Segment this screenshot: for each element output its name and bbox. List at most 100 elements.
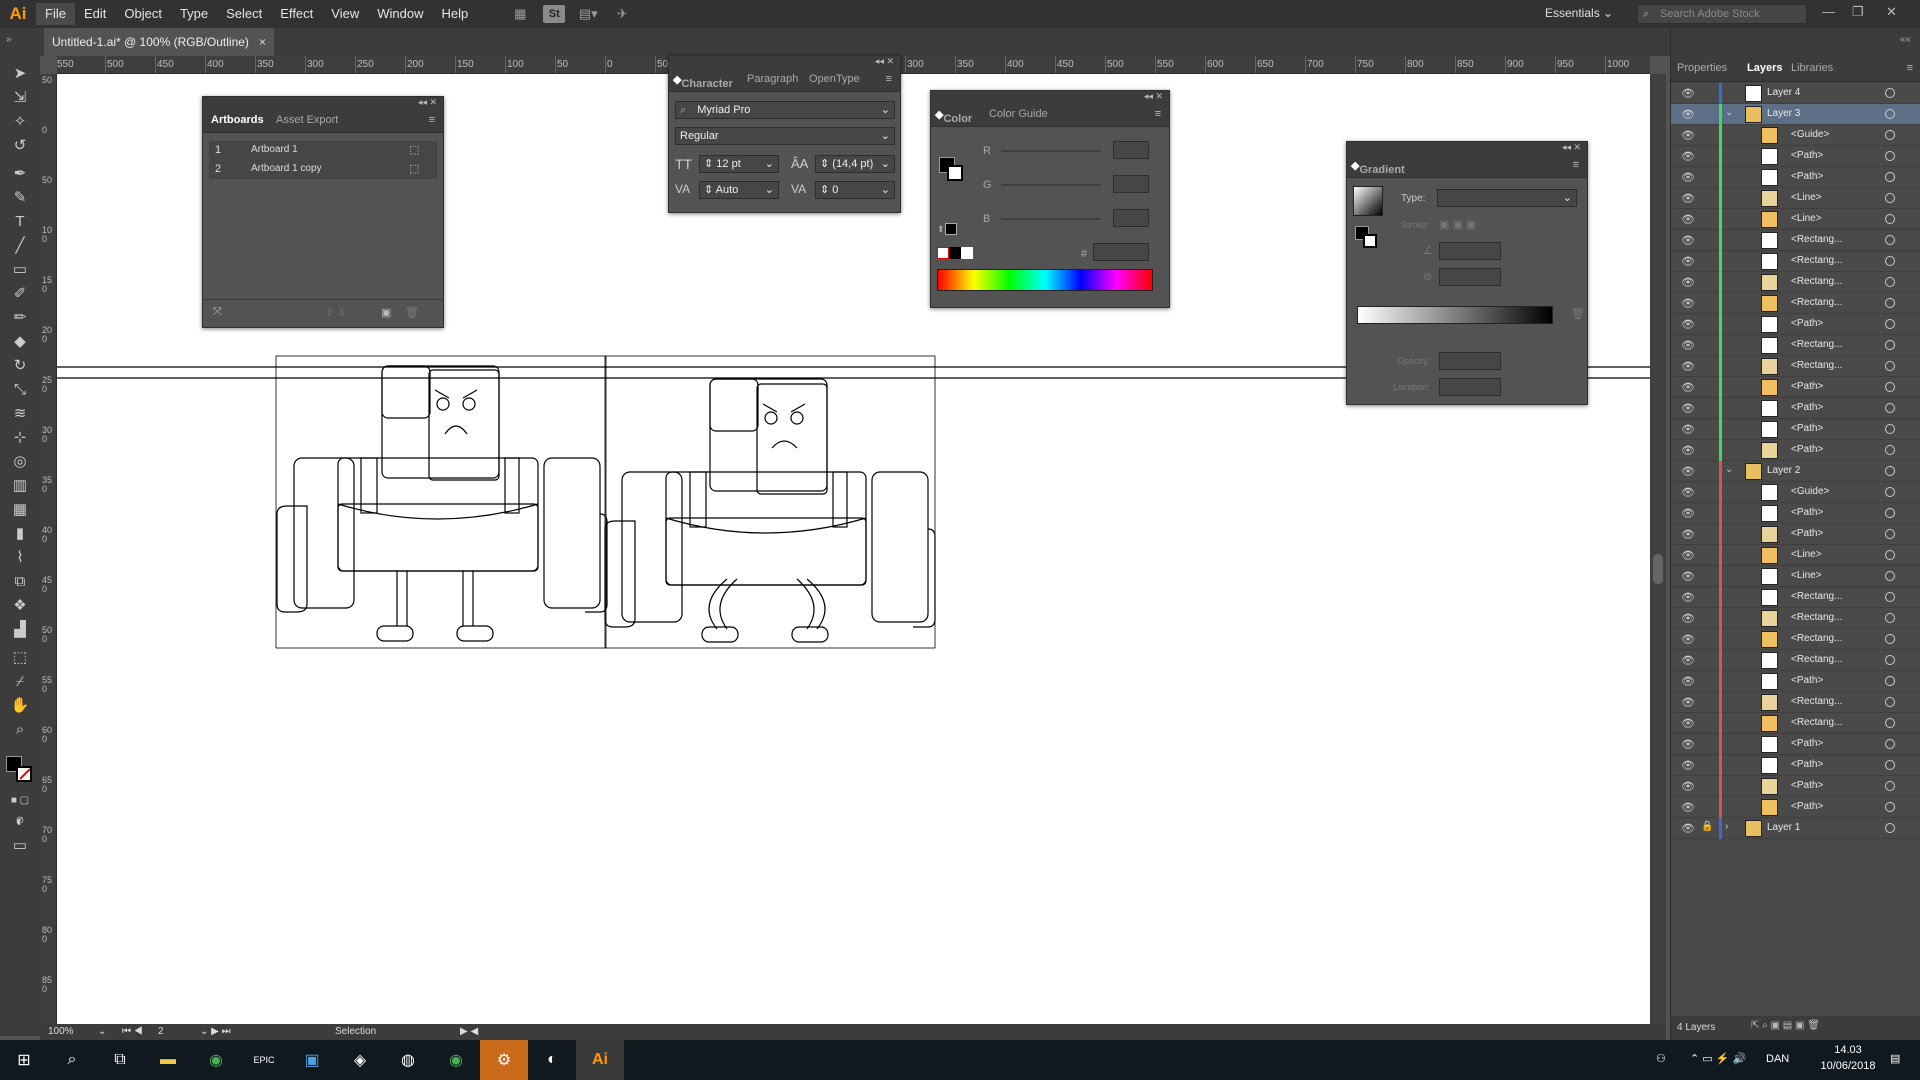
target-circle-icon[interactable] — [1885, 613, 1895, 623]
gpu-performance-icon[interactable]: ✈ — [611, 5, 633, 23]
steam-icon[interactable]: ⚙ — [480, 1040, 528, 1080]
visibility-eye-icon[interactable]: 👁 — [1681, 612, 1695, 625]
sublayer-row[interactable]: 👁 <Path> — [1671, 524, 1920, 545]
lock-icon[interactable]: 🔒 — [1701, 821, 1713, 832]
blend-tool-icon[interactable]: ⧉ — [8, 572, 32, 592]
target-circle-icon[interactable] — [1885, 235, 1895, 245]
tab-opentype[interactable]: OpenType — [809, 73, 860, 85]
tab-layers[interactable]: Layers — [1747, 62, 1782, 74]
visibility-eye-icon[interactable]: 👁 — [1681, 339, 1695, 352]
opacity-field[interactable] — [1439, 352, 1501, 370]
visibility-eye-icon[interactable]: 👁 — [1681, 234, 1695, 247]
panel-menu-icon[interactable]: ≡ — [1155, 108, 1161, 120]
illustrator-taskbar-icon[interactable]: Ai — [576, 1040, 624, 1080]
magic-wand-tool-icon[interactable]: ✧ — [8, 112, 32, 132]
target-circle-icon[interactable] — [1885, 340, 1895, 350]
sublayer-row[interactable]: 👁 <Path> — [1671, 377, 1920, 398]
layer-row[interactable]: 👁 🔒 › Layer 1 — [1671, 818, 1920, 839]
tab-color[interactable]: ◆ Color — [935, 108, 972, 125]
font-family-select[interactable]: ⌕ Myriad Pro ⌄ — [675, 101, 895, 119]
sublayer-row[interactable]: 👁 <Rectang... — [1671, 230, 1920, 251]
document-tab[interactable]: Untitled-1.ai* @ 100% (RGB/Outline) × — [44, 28, 274, 56]
tab-gradient[interactable]: ◆ Gradient — [1351, 159, 1405, 176]
sublayer-row[interactable]: 👁 <Path> — [1671, 398, 1920, 419]
visibility-eye-icon[interactable]: 👁 — [1681, 423, 1695, 436]
visibility-eye-icon[interactable]: 👁 — [1681, 87, 1695, 100]
layer-row[interactable]: 👁 ⌄ Layer 3 — [1671, 104, 1920, 125]
visibility-eye-icon[interactable]: 👁 — [1681, 591, 1695, 604]
target-circle-icon[interactable] — [1885, 487, 1895, 497]
target-circle-icon[interactable] — [1885, 466, 1895, 476]
visibility-eye-icon[interactable]: 👁 — [1681, 549, 1695, 562]
chrome-icon-2[interactable]: ◉ — [432, 1040, 480, 1080]
target-circle-icon[interactable] — [1885, 256, 1895, 266]
artboard-nav-next-icon[interactable]: ⌄ ▶ ⏭ — [200, 1026, 231, 1037]
windows-start-icon[interactable]: ⊞ — [0, 1040, 48, 1080]
rearrange-artboards-icon[interactable]: ⤧ — [213, 306, 222, 319]
slice-tool-icon[interactable]: ⌿ — [8, 672, 32, 692]
target-circle-icon[interactable] — [1885, 193, 1895, 203]
sublayer-row[interactable]: 👁 <Line> — [1671, 545, 1920, 566]
artboard-number[interactable]: 2 — [158, 1026, 164, 1037]
selection-tool-icon[interactable]: ➤ — [8, 64, 32, 84]
visibility-eye-icon[interactable]: 👁 — [1681, 717, 1695, 730]
font-style-select[interactable]: Regular ⌄ — [675, 127, 895, 145]
status-menu-icon[interactable]: ▶ ◀ — [460, 1026, 478, 1037]
artboard-options-icon[interactable]: ⬚ — [409, 162, 419, 175]
visibility-eye-icon[interactable]: 👁 — [1681, 108, 1695, 121]
target-circle-icon[interactable] — [1885, 403, 1895, 413]
rotate-tool-icon[interactable]: ↻ — [8, 356, 32, 376]
new-artboard-icon[interactable]: ▣ — [381, 306, 391, 319]
line-tool-icon[interactable]: ╱ — [8, 236, 32, 256]
visibility-eye-icon[interactable]: 👁 — [1681, 171, 1695, 184]
target-circle-icon[interactable] — [1885, 655, 1895, 665]
tab-libraries[interactable]: Libraries — [1791, 62, 1833, 74]
tab-asset-export[interactable]: Asset Export — [276, 114, 338, 126]
panel-menu-icon[interactable]: ≡ — [1573, 159, 1579, 171]
target-circle-icon[interactable] — [1885, 529, 1895, 539]
visibility-eye-icon[interactable]: 👁 — [1681, 801, 1695, 814]
sublayer-row[interactable]: 👁 <Guide> — [1671, 482, 1920, 503]
target-circle-icon[interactable] — [1885, 88, 1895, 98]
gradient-slider[interactable] — [1357, 306, 1553, 324]
notifications-icon[interactable]: ▤ — [1890, 1052, 1900, 1065]
gradient-type-select[interactable]: ⌄ — [1437, 189, 1577, 207]
gradient-stroke-swatch[interactable] — [1363, 234, 1377, 248]
target-circle-icon[interactable] — [1885, 802, 1895, 812]
panel-collapse-close-icon[interactable]: ◂◂ ✕ — [418, 97, 437, 108]
tab-character[interactable]: ◆ Character — [673, 73, 733, 90]
target-circle-icon[interactable] — [1885, 781, 1895, 791]
sublayer-row[interactable]: 👁 <Path> — [1671, 776, 1920, 797]
visibility-eye-icon[interactable]: 👁 — [1681, 150, 1695, 163]
file-explorer-icon[interactable]: ▬ — [144, 1040, 192, 1080]
target-circle-icon[interactable] — [1885, 592, 1895, 602]
sublayer-row[interactable]: 👁 <Line> — [1671, 566, 1920, 587]
pen-tool-icon[interactable]: ✒ — [8, 164, 32, 184]
target-circle-icon[interactable] — [1885, 382, 1895, 392]
task-view-icon[interactable]: ⧉ — [96, 1040, 144, 1080]
target-circle-icon[interactable] — [1885, 550, 1895, 560]
target-circle-icon[interactable] — [1885, 172, 1895, 182]
collapse-dock-icon[interactable]: «« — [1900, 34, 1911, 45]
menu-view[interactable]: View — [322, 3, 368, 25]
sublayer-row[interactable]: 👁 <Rectang... — [1671, 293, 1920, 314]
zoom-level[interactable]: 100% — [48, 1026, 74, 1037]
artboard-row-2[interactable]: 2 Artboard 1 copy ⬚ — [209, 160, 437, 179]
menu-help[interactable]: Help — [432, 3, 477, 25]
type-tool-icon[interactable]: T — [8, 212, 32, 232]
visibility-eye-icon[interactable]: 👁 — [1681, 444, 1695, 457]
visibility-eye-icon[interactable]: 👁 — [1681, 360, 1695, 373]
menu-edit[interactable]: Edit — [75, 3, 115, 25]
direct-selection-tool-icon[interactable]: ⇲ — [8, 88, 32, 108]
delete-stop-icon[interactable]: 🗑 — [1571, 307, 1585, 320]
visibility-eye-icon[interactable]: 👁 — [1681, 507, 1695, 520]
clock-time[interactable]: 14.03 — [1820, 1044, 1876, 1056]
panel-collapse-close-icon[interactable]: ◂◂ ✕ — [1562, 142, 1581, 153]
sublayer-row[interactable]: 👁 <Rectang... — [1671, 608, 1920, 629]
sublayer-row[interactable]: 👁 <Guide> — [1671, 125, 1920, 146]
target-circle-icon[interactable] — [1885, 445, 1895, 455]
stroke-swatch[interactable] — [16, 766, 32, 782]
artboard-nav-first-icon[interactable]: ⏮ ◀ — [122, 1026, 143, 1037]
chevron-right-icon[interactable]: › — [1725, 821, 1728, 832]
font-size-field[interactable]: ⇕ 12 pt ⌄ — [699, 155, 779, 173]
